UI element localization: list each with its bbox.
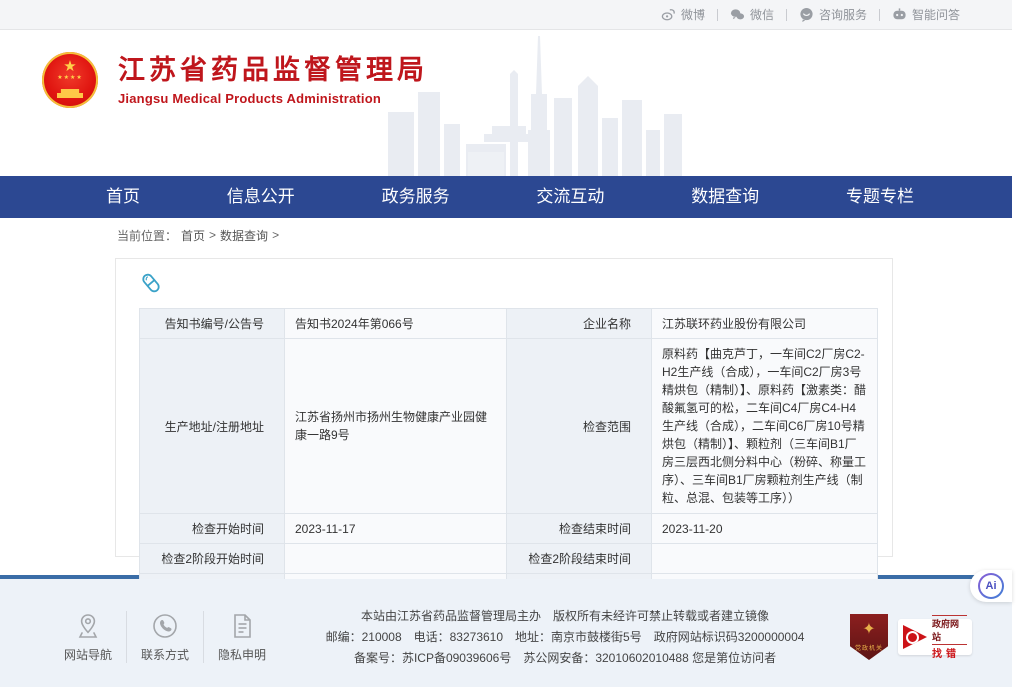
inspection-start-value: 2023-11-17	[285, 514, 507, 544]
breadcrumb-separator: >	[272, 228, 279, 242]
site-map-link[interactable]: 网站导航	[50, 612, 126, 663]
gov-site-find-error-badge[interactable]: 政府网站 找错	[898, 619, 972, 655]
footer-quick-links: 网站导航 联系方式 隐私申明	[50, 611, 280, 663]
table-row: 检查2阶段开始时间 检查2阶段结束时间	[140, 544, 878, 574]
top-utility-bar: 微博 微信 咨询服务 智能问答	[0, 0, 1012, 30]
breadcrumb-separator: >	[209, 228, 216, 242]
smart-qa-label: 智能问答	[912, 6, 960, 23]
phase2-start-label: 检查2阶段开始时间	[140, 544, 285, 574]
ai-icon: Ai	[978, 573, 1004, 599]
ai-icon-label: Ai	[980, 575, 1002, 597]
brand-text: 江苏省药品监督管理局 Jiangsu Medical Products Admi…	[118, 54, 428, 105]
table-row: 检查开始时间 2023-11-17 检查结束时间 2023-11-20	[140, 514, 878, 544]
find-error-line1: 政府网站	[932, 615, 967, 645]
privacy-label: 隐私申明	[218, 646, 266, 663]
address-label: 生产地址/注册地址	[140, 339, 285, 514]
brand: ★ ★★★★ 江苏省药品监督管理局 Jiangsu Medical Produc…	[42, 52, 428, 108]
find-error-text: 政府网站 找错	[932, 615, 967, 660]
nav-item-home[interactable]: 首页	[100, 176, 146, 218]
site-subtitle: Jiangsu Medical Products Administration	[118, 91, 428, 106]
breadcrumb-home-link[interactable]: 首页	[181, 227, 205, 244]
notice-number-label: 告知书编号/公告号	[140, 309, 285, 339]
city-skyline-graphic	[388, 34, 688, 176]
address-value: 江苏省扬州市扬州生物健康产业园健康一路9号	[285, 339, 507, 514]
robot-icon	[892, 7, 907, 22]
shield-emblem-icon: ✦	[862, 622, 875, 638]
table-row: 告知书编号/公告号 告知书2024年第066号 企业名称 江苏联环药业股份有限公…	[140, 309, 878, 339]
company-name-value: 江苏联环药业股份有限公司	[652, 309, 878, 339]
breadcrumb: 当前位置： 首页 > 数据查询 >	[0, 218, 1012, 252]
nav-item-special-topics[interactable]: 专题专栏	[840, 176, 920, 218]
breadcrumb-prefix: 当前位置：	[117, 227, 177, 244]
footer-badges: ✦ 党政机关 政府网站 找错	[850, 614, 972, 660]
breadcrumb-data-query-link[interactable]: 数据查询	[220, 227, 268, 244]
notice-number-value: 告知书2024年第066号	[285, 309, 507, 339]
site-map-label: 网站导航	[64, 646, 112, 663]
footer-line-contact: 邮编：210008 电话：83273610 地址：南京市鼓楼街5号 政府网站标识…	[280, 627, 850, 648]
party-gov-shield-badge[interactable]: ✦ 党政机关	[850, 614, 888, 660]
phase2-end-value	[652, 544, 878, 574]
footer-info: 本站由江苏省药品监督管理局主办 版权所有未经许可禁止转载或者建立镜像 邮编：21…	[280, 606, 850, 669]
inspection-scope-label: 检查范围	[507, 339, 652, 514]
smart-qa-link[interactable]: 智能问答	[892, 6, 960, 23]
privacy-link[interactable]: 隐私申明	[204, 612, 280, 663]
topbar-divider	[879, 9, 880, 21]
nav-item-interaction[interactable]: 交流互动	[530, 176, 610, 218]
find-error-line2: 找错	[932, 645, 967, 660]
consult-service-label: 咨询服务	[819, 6, 867, 23]
phase2-start-value	[285, 544, 507, 574]
weibo-icon	[661, 7, 676, 22]
emblem-ministars: ★★★★	[57, 74, 83, 81]
consult-service-link[interactable]: 咨询服务	[799, 6, 867, 23]
location-pin-icon	[74, 612, 102, 640]
weibo-link[interactable]: 微博	[661, 6, 705, 23]
site-title: 江苏省药品监督管理局	[118, 54, 428, 86]
chat-icon	[799, 7, 814, 22]
wechat-link[interactable]: 微信	[730, 6, 774, 23]
contact-link[interactable]: 联系方式	[127, 612, 203, 663]
company-name-label: 企业名称	[507, 309, 652, 339]
site-header: ★ ★★★★ 江苏省药品监督管理局 Jiangsu Medical Produc…	[0, 30, 1012, 176]
topbar-divider	[786, 9, 787, 21]
inspection-scope-value: 原料药【曲克芦丁，一车间C2厂房C2-H2生产线（合成），一车间C2厂房3号精烘…	[652, 339, 878, 514]
wechat-icon	[730, 7, 745, 22]
pill-icon	[139, 271, 163, 295]
inspection-end-value: 2023-11-20	[652, 514, 878, 544]
primary-nav: 首页 信息公开 政务服务 交流互动 数据查询 专题专栏	[0, 176, 1012, 218]
main-content: 告知书编号/公告号 告知书2024年第066号 企业名称 江苏联环药业股份有限公…	[0, 252, 1012, 567]
page: 微博 微信 咨询服务 智能问答	[0, 0, 1012, 687]
detail-panel: 告知书编号/公告号 告知书2024年第066号 企业名称 江苏联环药业股份有限公…	[115, 258, 893, 557]
ai-assistant-button[interactable]: Ai	[970, 570, 1012, 602]
shield-badge-label: 党政机关	[850, 643, 888, 652]
inspection-start-label: 检查开始时间	[140, 514, 285, 544]
footer-line-icp: 备案号：苏ICP备09039606号 苏公网安备：32010602010488 …	[280, 648, 850, 669]
footer-line-host: 本站由江苏省药品监督管理局主办 版权所有未经许可禁止转载或者建立镜像	[280, 606, 850, 627]
nav-item-data-query[interactable]: 数据查询	[685, 176, 765, 218]
contact-label: 联系方式	[141, 646, 189, 663]
emblem-star: ★	[63, 59, 76, 74]
phase2-end-label: 检查2阶段结束时间	[507, 544, 652, 574]
topbar-divider	[717, 9, 718, 21]
nav-item-gov-services[interactable]: 政务服务	[376, 176, 456, 218]
phone-icon	[151, 612, 179, 640]
document-icon	[228, 612, 256, 640]
weibo-label: 微博	[681, 6, 705, 23]
primary-nav-inner: 首页 信息公开 政务服务 交流互动 数据查询 专题专栏	[100, 176, 920, 218]
wechat-label: 微信	[750, 6, 774, 23]
magnifier-flag-icon	[903, 625, 927, 649]
site-footer: 网站导航 联系方式 隐私申明 本站由江苏省药品监督管理局主办 版权所有未经许可禁…	[0, 579, 1012, 687]
nav-item-info-disclosure[interactable]: 信息公开	[221, 176, 301, 218]
national-emblem-logo: ★ ★★★★	[42, 52, 98, 108]
emblem-gate	[57, 89, 83, 98]
inspection-end-label: 检查结束时间	[507, 514, 652, 544]
table-row: 生产地址/注册地址 江苏省扬州市扬州生物健康产业园健康一路9号 检查范围 原料药…	[140, 339, 878, 514]
